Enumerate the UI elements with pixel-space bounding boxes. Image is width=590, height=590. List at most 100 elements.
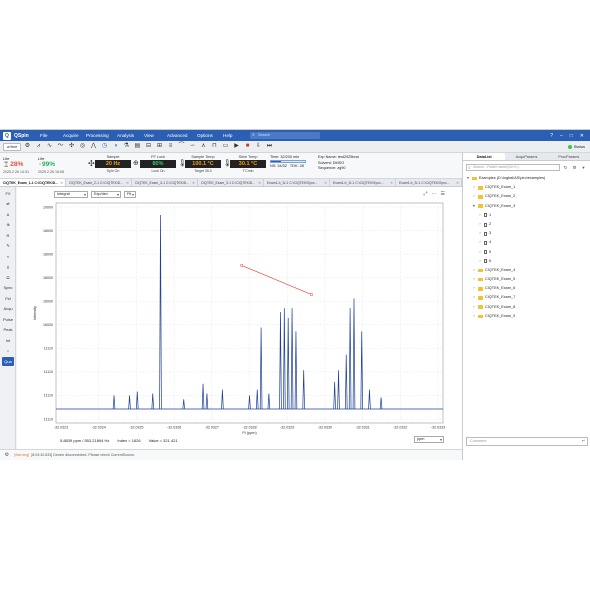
chevron-right-icon[interactable]: › [472, 275, 476, 284]
close-tab-icon[interactable]: ✕ [60, 179, 63, 186]
doc-tab-6[interactable]: Exam1-b_3/-1 C:\CIQTEK\Sync... ✕ [330, 179, 396, 186]
settings-icon[interactable]: ✣ [67, 142, 76, 151]
tool-ellipse[interactable]: ⬭ [2, 273, 14, 282]
tree-file-row[interactable]: › 5 [463, 248, 590, 257]
tune-icon[interactable]: ⚙ [23, 142, 32, 151]
spectrum-icon[interactable]: ⩘ [34, 142, 43, 151]
status-indicator[interactable]: Status [567, 144, 585, 149]
send-icon[interactable]: ↵ [582, 438, 585, 445]
doc-tab-5[interactable]: Exam1-b_3/-1 C:\CIQTEK\Sync... ✕ [264, 179, 330, 186]
chevron-right-icon[interactable]: › [472, 303, 476, 312]
spectrum-chart[interactable]: 11110 11110 11110 11110 16000 16000 18000 18000… [17, 187, 462, 449]
shim-icon[interactable]: ⋏ [199, 142, 208, 151]
view-icon[interactable]: ▭ [221, 142, 230, 151]
doc-tab-2[interactable]: CIQTEK_Exam_2-1 C:\CIQTEK\D... ✕ [66, 179, 132, 186]
tree-folder-row[interactable]: › CIQTEK_Exam_5 [463, 275, 590, 284]
tree-file-row[interactable]: › 3 [463, 229, 590, 238]
peak-icon[interactable]: ∿ [45, 142, 54, 151]
chevron-right-icon[interactable]: › [472, 293, 476, 302]
close-icon[interactable]: ✕ [580, 133, 584, 139]
shim-temp-tile[interactable]: Shim Temp 30.1 °C T'Cmin [230, 155, 266, 173]
doc-tab-3[interactable]: CIQTEK_Exam_3-1 C:\CIQTEK\D... ✕ [132, 179, 198, 186]
chevron-right-icon[interactable]: › [472, 312, 476, 321]
chevron-right-icon[interactable]: › [472, 183, 476, 192]
compass-icon[interactable]: ◑ [111, 142, 120, 151]
chevron-right-icon[interactable]: › [478, 220, 482, 229]
menu-options[interactable]: Options [197, 133, 223, 138]
tree-file-row[interactable]: › 2 [463, 220, 590, 229]
target-icon[interactable]: ◎ [78, 142, 87, 151]
sample-tile[interactable]: Sample 20 Hz Spin On [95, 155, 131, 173]
sine-icon[interactable]: ∽ [188, 142, 197, 151]
integral-combo[interactable]: Integral [54, 191, 88, 198]
minimize-icon[interactable]: – [560, 133, 563, 139]
grid-icon[interactable]: ⊞ [155, 142, 164, 151]
chevron-right-icon[interactable]: › [478, 248, 482, 257]
close-tab-icon[interactable]: ✕ [126, 179, 129, 186]
tool-qua[interactable]: Qua [2, 356, 14, 366]
tree-file-row[interactable]: › 6 [463, 257, 590, 266]
menu-acquire[interactable]: Acquire [63, 133, 86, 138]
chevron-right-icon[interactable]: › [472, 266, 476, 275]
tool-reference[interactable]: R [2, 231, 14, 240]
tree-folder-row[interactable]: › CIQTEK_Exam_6 [463, 284, 590, 293]
tab-datalist[interactable]: DataList [463, 153, 506, 160]
tool-acqu[interactable]: Acqu [2, 304, 14, 313]
refresh-icon[interactable]: ↻ [562, 164, 569, 171]
close-tab-icon[interactable]: ✕ [456, 179, 459, 186]
unit-select[interactable]: ppm [414, 436, 444, 443]
ff-lock-tile[interactable]: FF Lock 80% Lock On [140, 155, 176, 173]
close-tab-icon[interactable]: ✕ [324, 179, 327, 186]
global-search-input[interactable]: Search [250, 132, 320, 139]
home-button[interactable]: ◂ Here [3, 142, 21, 151]
chevron-right-icon[interactable]: › [472, 192, 476, 201]
tool-pulse[interactable]: Pulse [2, 315, 14, 324]
clock-icon[interactable]: ◷ [100, 142, 109, 151]
tool-swap[interactable]: ⇄ [2, 199, 14, 208]
sample-temp-tile[interactable]: Sample Temp 100.1 °C Target 35.0 [185, 155, 221, 173]
tool-add[interactable]: ⊕ [2, 220, 14, 229]
tab-procparams[interactable]: ProcParams [548, 153, 590, 160]
doc-tab-7[interactable]: Exam1-b_3/-1 C:\CIQTEK\Sync... ✕ [396, 179, 462, 186]
tree-folder-row[interactable]: ▾ Examples (D:\Ingbal\AS\piro\examples) [463, 174, 590, 183]
settings-icon[interactable]: ⚙ [0, 452, 14, 458]
tree-folder-row[interactable]: › CIQTEK_Exam_8 [463, 303, 590, 312]
tree-folder-row[interactable]: › CIQTEK_Exam_7 [463, 293, 590, 302]
folder-search-input[interactable]: Search - Folder name(Ctrl+L) [466, 164, 560, 171]
expand-icon[interactable]: ⤢ [424, 191, 428, 197]
tool-gamma[interactable]: ɣ [2, 262, 14, 271]
tool-circle[interactable]: ○ [2, 346, 14, 355]
chevron-right-icon[interactable]: › [478, 238, 482, 247]
tree-file-row[interactable]: › 4 [463, 238, 590, 247]
tool-spec[interactable]: Spec [2, 283, 14, 292]
close-tab-icon[interactable]: ✕ [390, 179, 393, 186]
more-icon[interactable]: ⋯ [432, 191, 437, 197]
download-icon[interactable]: ⇩ [254, 142, 263, 151]
tree-folder-row[interactable]: › CIQTEK_Exam_4 [463, 266, 590, 275]
tool-fid[interactable]: Fid [2, 294, 14, 303]
mode-combo[interactable]: Exp/dev [91, 191, 121, 198]
menu-processing[interactable]: Processing [86, 133, 117, 138]
ruler-icon[interactable]: ⊟ [144, 142, 153, 151]
graph-icon[interactable]: ⋀ [89, 142, 98, 151]
tool-annotate[interactable]: A [2, 210, 14, 219]
chevron-down-icon[interactable]: ▾ [466, 174, 470, 183]
chevron-down-icon[interactable]: ▾ [472, 202, 476, 211]
chevron-right-icon[interactable]: › [478, 229, 482, 238]
tool-smooth[interactable]: ≈ [2, 252, 14, 261]
wave-icon[interactable]: 〜 [56, 142, 65, 151]
chevron-right-icon[interactable]: › [478, 257, 482, 266]
help-icon[interactable]: ? [550, 133, 553, 139]
gear-icon[interactable]: ⚙ [571, 164, 578, 171]
close-tab-icon[interactable]: ✕ [258, 179, 261, 186]
doc-tab-1[interactable]: CIQTEK_Exam_1-1 C:\CIQTEK\D... ✕ [0, 179, 66, 186]
chevron-down-icon[interactable]: ▾ [580, 164, 587, 171]
doc-tab-4[interactable]: CIQTEK_Exam_3-1 C:\CIQTEK\D... ✕ [198, 179, 264, 186]
comment-input[interactable]: Comment ↵ [466, 437, 588, 446]
flask-icon[interactable]: ⚗ [122, 142, 131, 151]
tab-acquparams[interactable]: AcquParams [505, 153, 547, 160]
layers-icon[interactable]: ≡ [166, 142, 175, 151]
chevron-right-icon[interactable]: › [478, 211, 482, 220]
tool-draw[interactable]: ✎ [2, 241, 14, 250]
fit-icon[interactable]: ⌒ [177, 142, 186, 151]
